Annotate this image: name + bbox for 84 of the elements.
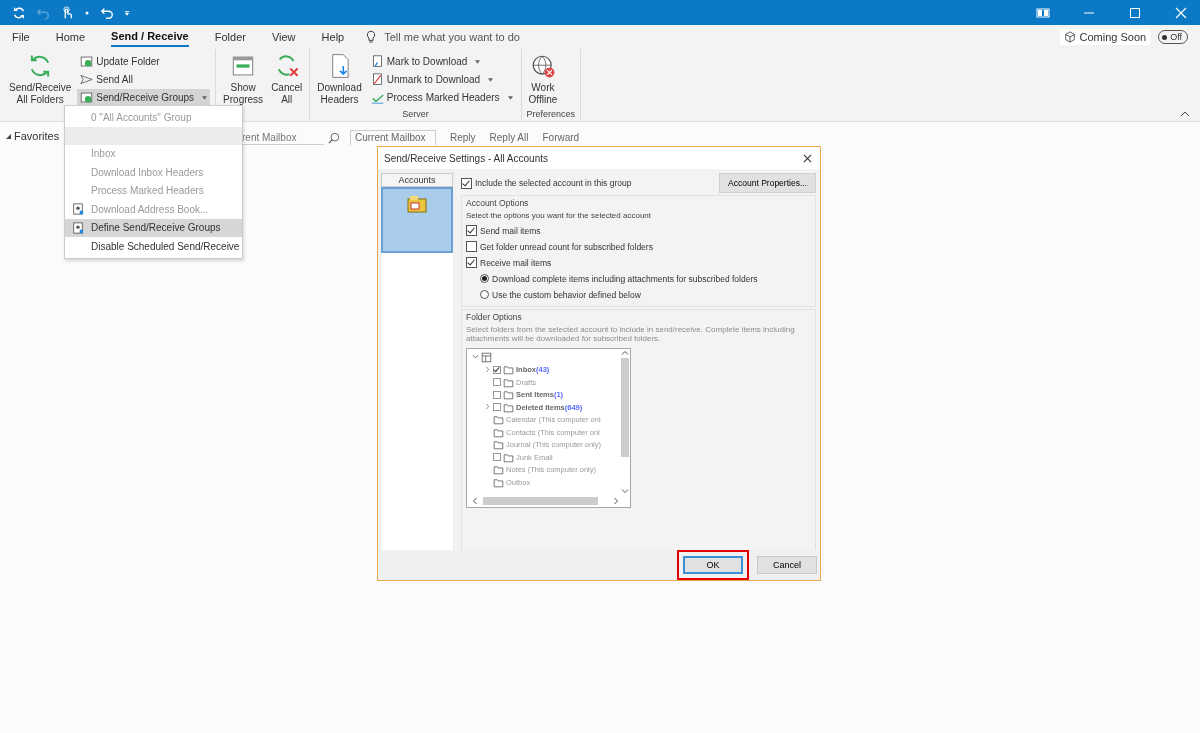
- checkbox[interactable]: Include the selected account in this group: [461, 175, 632, 191]
- folder-icon: [493, 476, 504, 488]
- box-icon: [1063, 31, 1076, 43]
- group-label: Preferences: [526, 109, 576, 119]
- ribbon-button[interactable]: Work Offline: [526, 51, 560, 109]
- scope-dropdown[interactable]: Current Mailbox: [350, 130, 436, 145]
- customize-icon[interactable]: [124, 9, 130, 16]
- close-icon[interactable]: [803, 153, 812, 163]
- section-description: Select folders from the selected account to include in send/receive. Complete items including attachments will be downloaded for subscribed folders.: [466, 325, 796, 343]
- ribbon-button[interactable]: Cancel All: [269, 51, 305, 109]
- address-book-icon: [72, 221, 84, 234]
- checkbox[interactable]: [493, 390, 501, 399]
- ribbon-button[interactable]: Download Headers: [315, 51, 364, 109]
- folder-icon: [503, 401, 514, 413]
- collapse-icon[interactable]: [6, 133, 11, 139]
- address-book-icon: [72, 203, 84, 216]
- favorites-header[interactable]: Favorites: [14, 130, 60, 142]
- account-tile[interactable]: [381, 187, 453, 253]
- ribbon-button[interactable]: Unmark to Download: [367, 71, 516, 88]
- menu-item[interactable]: Define Send/Receive Groups: [65, 218, 242, 237]
- folder-icon: [503, 451, 514, 463]
- mailbox-icon: [481, 351, 492, 363]
- folder-icon: [407, 195, 427, 213]
- checkbox[interactable]: [493, 403, 501, 412]
- radio-label[interactable]: Download complete items including attachments for subscribed folders: [492, 273, 758, 284]
- maximize-icon[interactable]: [1128, 6, 1142, 19]
- folder-icon: [503, 376, 514, 388]
- send-icon: [80, 73, 94, 86]
- section-title: Account Options: [466, 198, 530, 208]
- column-header: Accounts: [381, 173, 453, 187]
- ribbon-button[interactable]: Process Marked Headers: [367, 89, 516, 106]
- folder-icon: [493, 426, 504, 438]
- ribbon-display-icon[interactable]: [1036, 6, 1050, 19]
- checkbox[interactable]: Receive mail items: [466, 255, 811, 270]
- radio-label[interactable]: Use the custom behavior defined below: [492, 289, 641, 300]
- search-icon[interactable]: [328, 131, 340, 144]
- ribbon-tab[interactable]: Send / Receive: [111, 27, 189, 47]
- folder-icon: [493, 464, 504, 476]
- ribbon-tab[interactable]: Folder: [214, 28, 246, 46]
- scrollbar-thumb[interactable]: [483, 497, 598, 505]
- expand-icon[interactable]: [483, 403, 491, 411]
- tell-me-field[interactable]: Tell me what you want to do: [382, 30, 577, 44]
- coming-soon-button[interactable]: Coming Soon: [1059, 29, 1151, 45]
- message-action[interactable]: Reply All: [489, 132, 529, 143]
- section-description: Select the options you want for the selected account: [466, 211, 652, 220]
- folder-icon: [503, 389, 514, 401]
- ribbon-button[interactable]: Mark to Download: [367, 53, 516, 70]
- folder-icon: [503, 364, 514, 376]
- search-field[interactable]: rent Mailbox: [242, 130, 324, 145]
- ribbon-button[interactable]: Send/Receive All Folders: [7, 51, 74, 109]
- ribbon-tab[interactable]: File: [12, 28, 30, 46]
- dialog-title: Send/Receive Settings - All Accounts: [384, 152, 548, 164]
- ribbon-button[interactable]: Send All: [77, 71, 211, 88]
- account-properties-button[interactable]: Account Properties...: [719, 173, 816, 193]
- checkbox[interactable]: [493, 453, 501, 462]
- ribbon-tab[interactable]: View: [271, 28, 296, 46]
- checkbox[interactable]: [493, 378, 501, 387]
- section-title: Folder Options: [466, 312, 523, 322]
- scroll-left-icon[interactable]: [471, 497, 479, 505]
- dialog-button[interactable]: Cancel: [757, 556, 817, 574]
- message-action[interactable]: Forward: [542, 132, 580, 143]
- sync-icon[interactable]: [12, 5, 26, 20]
- checkbox[interactable]: [493, 365, 501, 374]
- collapse-icon[interactable]: [1180, 111, 1190, 117]
- scroll-down-icon[interactable]: [620, 487, 629, 495]
- group-label: Server: [402, 109, 429, 119]
- radio-button[interactable]: [480, 274, 489, 283]
- lightbulb-icon: [366, 30, 377, 44]
- radio-button[interactable]: [480, 290, 489, 299]
- ribbon-tab[interactable]: Help: [321, 28, 345, 46]
- folder-icon: [493, 439, 504, 451]
- scroll-right-icon[interactable]: [612, 497, 620, 505]
- touch-icon[interactable]: [60, 5, 74, 20]
- scroll-up-icon[interactable]: [620, 349, 629, 357]
- scrollbar-thumb[interactable]: [620, 358, 629, 457]
- ribbon-button[interactable]: Show Progress: [221, 51, 266, 109]
- ribbon-tab[interactable]: Home: [55, 28, 86, 46]
- dialog-button[interactable]: OK: [683, 556, 743, 574]
- checkbox[interactable]: Send mail items: [466, 223, 811, 238]
- folder-icon: [493, 414, 504, 426]
- ribbon-button[interactable]: Update Folder: [77, 53, 211, 70]
- menu-item[interactable]: Disable Scheduled Send/Receive: [65, 237, 242, 256]
- checkbox[interactable]: Get folder unread count for subscribed folders: [466, 239, 811, 254]
- message-action[interactable]: Reply: [450, 132, 476, 143]
